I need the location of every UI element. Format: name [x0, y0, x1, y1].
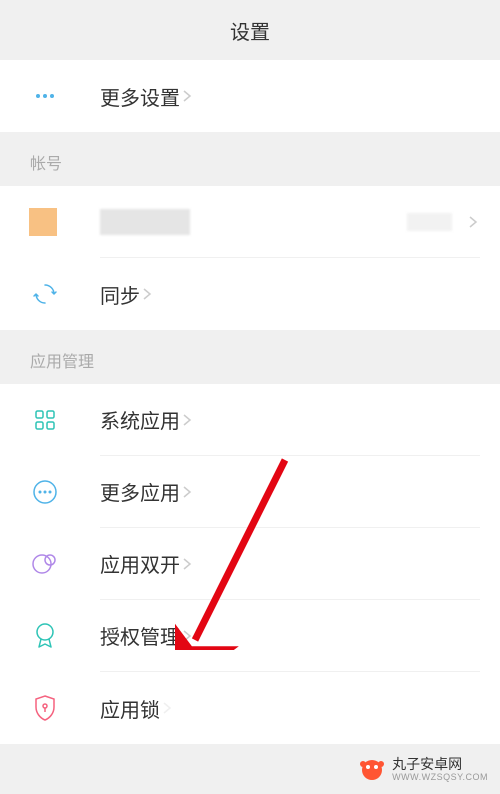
medal-icon: [30, 621, 60, 651]
sync-icon: [30, 279, 60, 309]
section-header-apps: 应用管理: [0, 330, 500, 384]
item-label-blurred: [100, 209, 190, 235]
chevron-right-icon: [160, 701, 174, 715]
item-app-lock[interactable]: 应用锁: [0, 672, 500, 744]
chevron-right-icon: [180, 89, 194, 103]
page-header: 设置: [0, 0, 500, 60]
watermark-title: 丸子安卓网: [392, 757, 488, 772]
chevron-right-icon: [180, 485, 194, 499]
section-header-account: 帐号: [0, 132, 500, 186]
item-label: 同步: [100, 280, 140, 309]
dual-circle-icon: [30, 549, 60, 579]
item-more-settings[interactable]: 更多设置: [0, 60, 500, 132]
chevron-right-icon: [180, 557, 194, 571]
chevron-right-icon: [180, 413, 194, 427]
item-dual-apps[interactable]: 应用双开: [0, 528, 500, 600]
watermark-logo-icon: [358, 756, 386, 784]
watermark: 丸子安卓网 WWW.WZSQSY.COM: [358, 756, 488, 784]
avatar-icon: [30, 207, 60, 237]
item-label: 应用锁: [100, 694, 160, 723]
chevron-right-icon: [466, 215, 480, 229]
more-circle-icon: [30, 477, 60, 507]
item-account-profile[interactable]: [0, 186, 500, 258]
item-system-apps[interactable]: 系统应用: [0, 384, 500, 456]
watermark-url: WWW.WZSQSY.COM: [392, 773, 488, 783]
chevron-right-icon: [140, 287, 154, 301]
item-label: 授权管理: [100, 621, 180, 650]
chevron-right-icon: [180, 629, 194, 643]
grid-icon: [30, 405, 60, 435]
item-permission-management[interactable]: 授权管理: [0, 600, 500, 672]
shield-lock-icon: [30, 693, 60, 723]
item-label: 应用双开: [100, 549, 180, 578]
section-top: 更多设置: [0, 60, 500, 132]
item-label: 更多设置: [100, 82, 180, 111]
section-account: 同步: [0, 186, 500, 330]
more-icon: [30, 81, 60, 111]
item-label: 更多应用: [100, 477, 180, 506]
item-value-blurred: [407, 213, 452, 231]
section-app-management: 系统应用 更多应用 应用双开 授权管理: [0, 384, 500, 744]
page-title: 设置: [230, 16, 270, 45]
item-label: 系统应用: [100, 405, 180, 434]
item-sync[interactable]: 同步: [0, 258, 500, 330]
item-more-apps[interactable]: 更多应用: [0, 456, 500, 528]
